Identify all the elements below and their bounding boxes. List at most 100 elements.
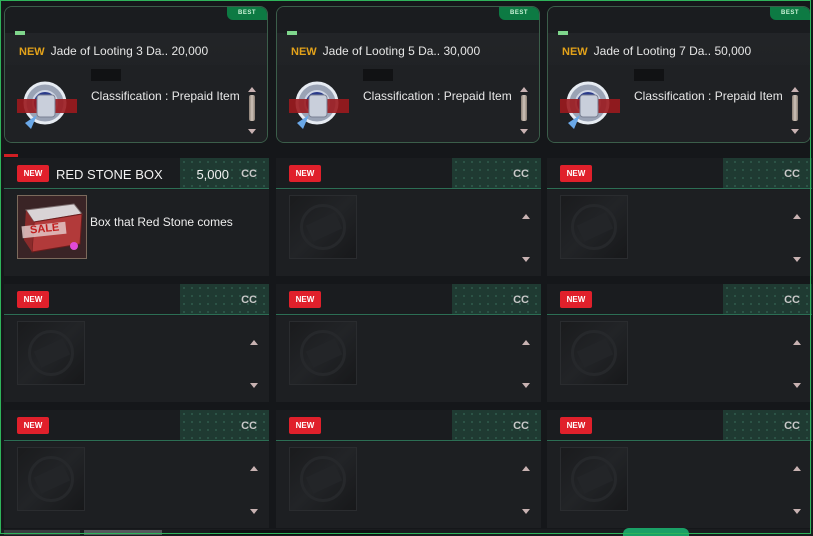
featured-accent [15, 31, 25, 35]
scrollbar[interactable] [249, 340, 259, 392]
scroll-down-icon[interactable] [250, 383, 258, 388]
header-divider [276, 188, 541, 189]
scrollbar[interactable] [792, 466, 802, 518]
header-divider [547, 188, 812, 189]
empty-item-icon [560, 195, 628, 259]
scrollbar[interactable] [519, 87, 529, 141]
bottom-tab-1[interactable] [4, 530, 80, 535]
scroll-down-icon[interactable] [522, 257, 530, 262]
currency-label: CC [784, 294, 800, 306]
header-divider [4, 314, 269, 315]
scroll-down-icon[interactable] [793, 509, 801, 514]
scroll-up-icon[interactable] [793, 340, 801, 345]
scrollbar[interactable] [249, 466, 259, 518]
shop-item-7[interactable]: NEW CC [4, 410, 269, 528]
featured-name: Jade of Looting 7 Da.. [593, 44, 712, 58]
best-badge: BEST [499, 7, 539, 20]
featured-description: Classification : Prepaid Item [634, 89, 783, 103]
currency-label: CC [241, 294, 257, 306]
header-divider [4, 440, 269, 441]
new-label: NEW [562, 46, 588, 58]
scroll-down-icon[interactable] [520, 129, 528, 134]
header-divider [276, 440, 541, 441]
bottom-green-tab[interactable] [623, 528, 689, 536]
shop-item-5[interactable]: NEW CC [276, 284, 541, 402]
featured-price: 50,000 [714, 44, 752, 58]
new-badge: NEW [17, 417, 49, 434]
featured-dark-block [363, 69, 393, 81]
shop-item-8[interactable]: NEW CC [276, 410, 541, 528]
scrollbar[interactable] [792, 214, 802, 266]
featured-card-1[interactable]: BEST NEW Jade of Looting 3 Da.. 20,000 Cl… [4, 6, 268, 143]
scroll-down-icon[interactable] [791, 129, 799, 134]
bottom-tab-3[interactable] [210, 530, 390, 535]
shop-item-6[interactable]: NEW CC [547, 284, 812, 402]
shop-item-3[interactable]: NEW CC [547, 158, 812, 276]
best-badge: BEST [770, 7, 810, 20]
shop-item-9[interactable]: NEW CC [547, 410, 812, 528]
scroll-down-icon[interactable] [248, 129, 256, 134]
item-description: Box that Red Stone comes [90, 215, 233, 229]
scroll-up-icon[interactable] [793, 214, 801, 219]
currency-label: CC [241, 168, 257, 180]
new-badge: NEW [560, 417, 592, 434]
scroll-thumb[interactable] [521, 95, 527, 121]
scroll-up-icon[interactable] [793, 466, 801, 471]
scroll-up-icon[interactable] [248, 87, 256, 92]
scrollbar[interactable] [247, 87, 257, 141]
header-divider [276, 314, 541, 315]
new-badge: NEW [560, 165, 592, 182]
scroll-down-icon[interactable] [250, 509, 258, 514]
bottom-tab-2[interactable] [84, 530, 162, 535]
red-stone-box-icon: SALE [17, 195, 87, 259]
new-badge: NEW [17, 165, 49, 182]
header-divider [547, 314, 812, 315]
new-badge: NEW [289, 417, 321, 434]
scroll-up-icon[interactable] [520, 87, 528, 92]
header-divider [547, 440, 812, 441]
scroll-thumb[interactable] [249, 95, 255, 121]
featured-description: Classification : Prepaid Item [91, 89, 240, 103]
new-label: NEW [291, 46, 317, 58]
shop-item-1[interactable]: NEW RED STONE BOX 5,000 CC SALE Box that… [4, 158, 269, 276]
featured-header: NEW Jade of Looting 7 Da.. 50,000 [562, 44, 751, 58]
item-price: 5,000 [196, 167, 229, 182]
featured-price: 20,000 [171, 44, 209, 58]
scrollbar[interactable] [790, 87, 800, 141]
best-badge: BEST [227, 7, 267, 20]
featured-name: Jade of Looting 3 Da.. [50, 44, 169, 58]
shop-item-4[interactable]: NEW CC [4, 284, 269, 402]
scroll-up-icon[interactable] [250, 340, 258, 345]
featured-price: 30,000 [443, 44, 481, 58]
currency-label: CC [784, 168, 800, 180]
scroll-down-icon[interactable] [793, 257, 801, 262]
scroll-thumb[interactable] [792, 95, 798, 121]
scroll-up-icon[interactable] [522, 340, 530, 345]
scroll-up-icon[interactable] [522, 466, 530, 471]
header-divider [4, 188, 269, 189]
scroll-up-icon[interactable] [250, 466, 258, 471]
scrollbar[interactable] [521, 466, 531, 518]
scrollbar[interactable] [521, 214, 531, 266]
featured-name: Jade of Looting 5 Da.. [322, 44, 441, 58]
empty-item-icon [560, 321, 628, 385]
empty-item-icon [560, 447, 628, 511]
scroll-down-icon[interactable] [793, 383, 801, 388]
empty-item-icon [17, 321, 85, 385]
selection-marker [4, 154, 18, 157]
scroll-down-icon[interactable] [522, 509, 530, 514]
scroll-down-icon[interactable] [522, 383, 530, 388]
scrollbar[interactable] [521, 340, 531, 392]
scroll-up-icon[interactable] [522, 214, 530, 219]
jade-of-looting-icon [289, 81, 349, 129]
featured-header: NEW Jade of Looting 3 Da.. 20,000 [19, 44, 208, 58]
featured-card-3[interactable]: BEST NEW Jade of Looting 7 Da.. 50,000 Cl… [547, 6, 811, 143]
featured-card-2[interactable]: BEST NEW Jade of Looting 5 Da.. 30,000 Cl… [276, 6, 540, 143]
shop-item-2[interactable]: NEW CC [276, 158, 541, 276]
scrollbar[interactable] [792, 340, 802, 392]
currency-label: CC [513, 168, 529, 180]
scroll-up-icon[interactable] [791, 87, 799, 92]
new-badge: NEW [17, 291, 49, 308]
featured-accent [558, 31, 568, 35]
empty-item-icon [17, 447, 85, 511]
